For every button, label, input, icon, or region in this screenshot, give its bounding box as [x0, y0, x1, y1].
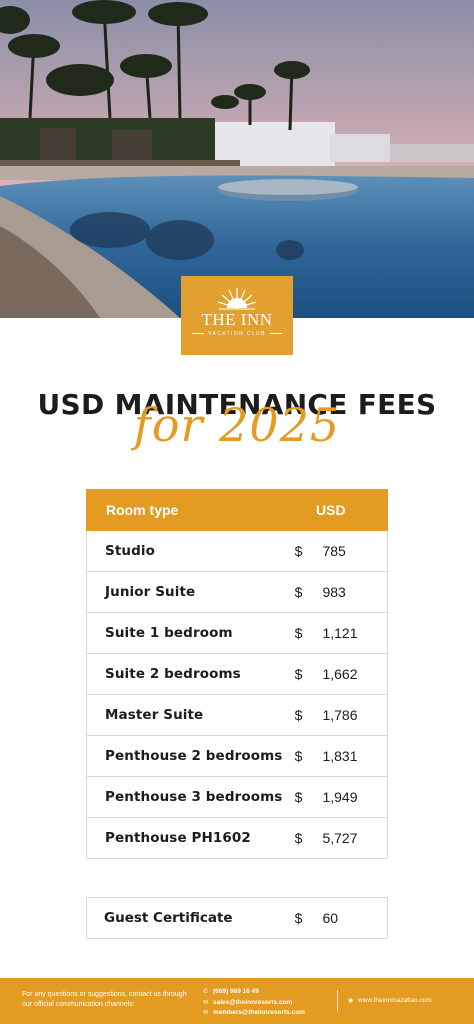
- table-row: Penthouse 3 bedrooms $ 1,949: [86, 777, 388, 818]
- currency-symbol: $: [294, 666, 303, 682]
- sales-email: sales@theinnresorts.com: [213, 998, 293, 1006]
- room-name: Studio: [105, 543, 155, 559]
- footer-divider: [337, 990, 338, 1012]
- globe-icon: ◉: [348, 998, 354, 1004]
- mail-icon: ✉: [203, 1010, 209, 1016]
- room-name: Suite 1 bedroom: [105, 625, 233, 641]
- table-row: Master Suite $ 1,786: [86, 695, 388, 736]
- guest-certificate-row: Guest Certificate $ 60: [86, 897, 388, 939]
- currency-symbol: $: [294, 830, 303, 846]
- guest-certificate-value: 60: [322, 910, 339, 926]
- phone-icon: ✆: [203, 989, 209, 995]
- room-name: Penthouse 3 bedrooms: [105, 789, 283, 805]
- footer-contacts: ✆ (669) 989 16 49 ✉ sales@theinnresorts.co…: [203, 987, 305, 1019]
- fee-value: 1,949: [322, 789, 358, 805]
- room-name: Junior Suite: [105, 584, 196, 600]
- page-subtitle: for 2025: [133, 398, 341, 452]
- table-row: Penthouse 2 bedrooms $ 1,831: [86, 736, 388, 777]
- fee-value: 1,831: [322, 748, 358, 764]
- the-inn-logo: THE INN VACATION CLUB: [181, 276, 293, 355]
- table-row: Suite 1 bedroom $ 1,121: [86, 613, 388, 654]
- members-email: members@theinnresorts.com: [213, 1009, 305, 1016]
- sales-email-link[interactable]: ✉ sales@theinnresorts.com: [203, 998, 305, 1009]
- fees-table: Room type USD Studio $ 785 Junior Suite …: [86, 489, 388, 859]
- footer: For any questions or suggestions, contac…: [0, 978, 474, 1024]
- room-name: Suite 2 bedrooms: [105, 666, 241, 682]
- phone-number: (669) 989 16 49: [213, 988, 259, 995]
- table-header: Room type USD: [86, 489, 388, 531]
- fee-value: 1,121: [322, 625, 358, 641]
- currency-symbol: $: [294, 707, 303, 723]
- room-name: Penthouse 2 bedrooms: [105, 748, 283, 764]
- header-usd: USD: [316, 502, 346, 518]
- sun-logo-icon: [217, 288, 257, 310]
- footer-note: For any questions or suggestions, contac…: [22, 991, 187, 1008]
- table-row: Suite 2 bedrooms $ 1,662: [86, 654, 388, 695]
- fee-value: 983: [322, 584, 346, 600]
- currency-symbol: $: [294, 789, 303, 805]
- currency-symbol: $: [294, 625, 303, 641]
- table-row: Studio $ 785: [86, 531, 388, 572]
- fee-value: 5,727: [322, 830, 358, 846]
- table-row: Junior Suite $ 983: [86, 572, 388, 613]
- table-row: Penthouse PH1602 $ 5,727: [86, 818, 388, 859]
- phone-contact[interactable]: ✆ (669) 989 16 49: [203, 987, 305, 998]
- fee-value: 1,662: [322, 666, 358, 682]
- guest-certificate-label: Guest Certificate: [104, 910, 233, 926]
- mail-icon: ✉: [203, 999, 209, 1006]
- currency-symbol: $: [294, 910, 303, 926]
- hero-pool-photo: [0, 0, 474, 318]
- currency-symbol: $: [294, 748, 303, 764]
- fee-value: 785: [322, 543, 346, 559]
- room-name: Master Suite: [105, 707, 204, 723]
- header-room-type: Room type: [106, 502, 179, 518]
- fee-value: 1,786: [322, 707, 358, 723]
- members-email-link[interactable]: ✉ members@theinnresorts.com: [203, 1008, 305, 1019]
- currency-symbol: $: [294, 584, 303, 600]
- website-url: www.theinnmazatlan.com: [358, 997, 432, 1004]
- room-name: Penthouse PH1602: [105, 830, 251, 846]
- logo-tagline: VACATION CLUB: [181, 331, 293, 337]
- logo-brand-name: THE INN: [201, 310, 273, 329]
- website-link[interactable]: ◉ www.theinnmazatlan.com: [348, 997, 432, 1004]
- currency-symbol: $: [294, 543, 303, 559]
